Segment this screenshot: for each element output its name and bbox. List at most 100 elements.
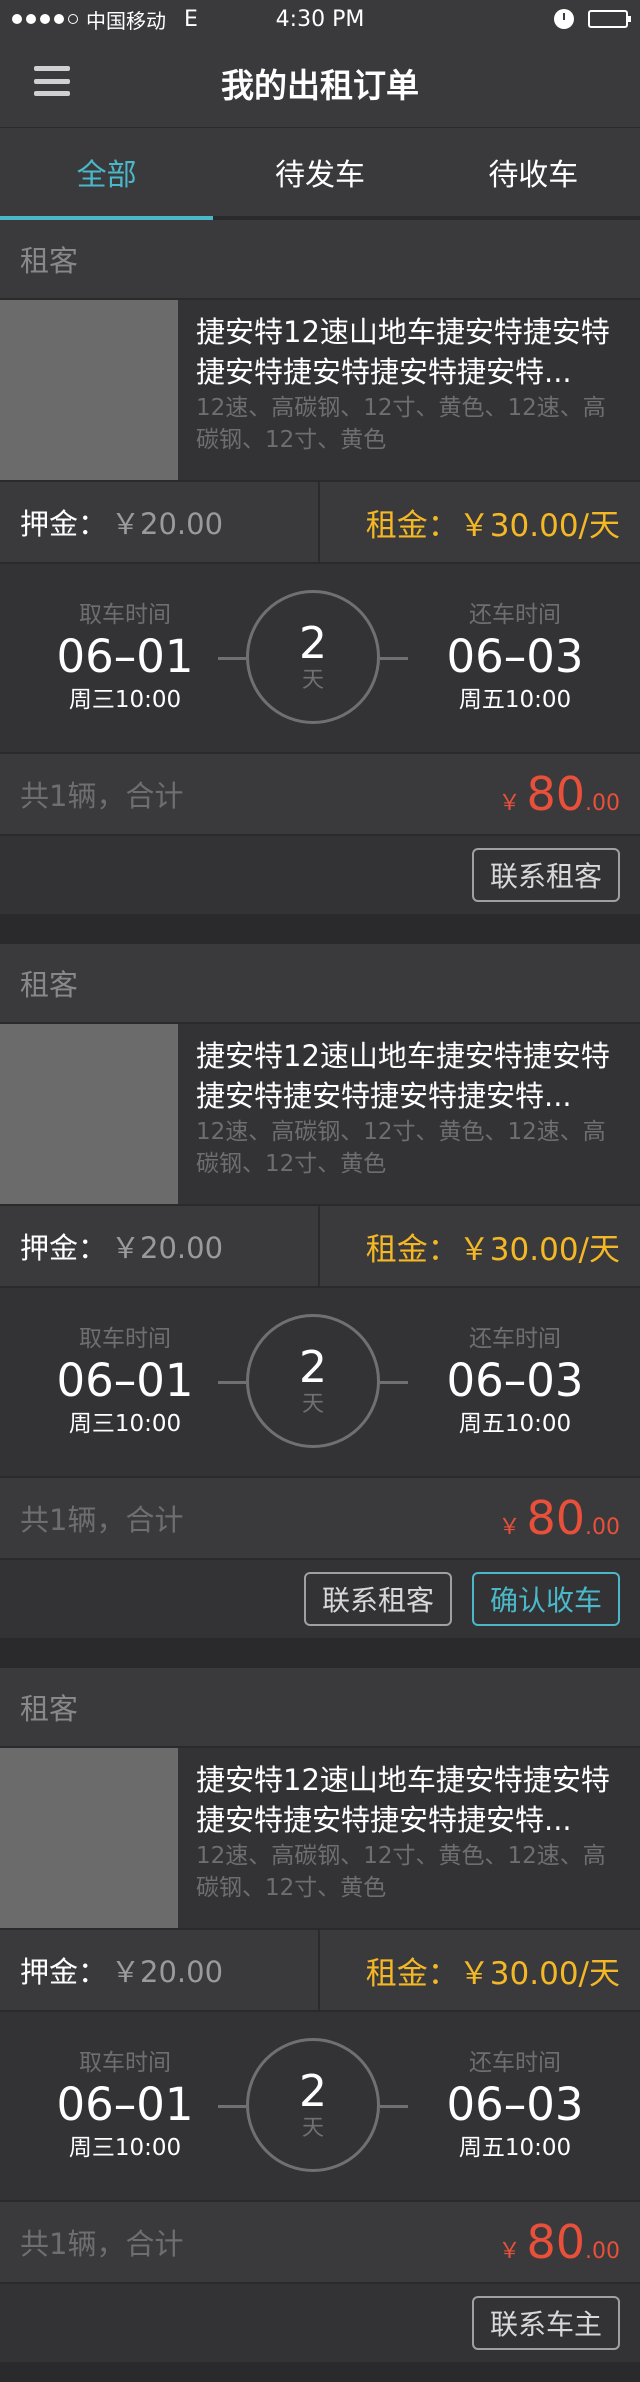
pickup-weekday: 周三10:00: [68, 687, 182, 713]
product-title: 捷安特12速山地车捷安特捷安特捷安特捷安特捷安特捷安特...: [196, 1763, 610, 1837]
duration-unit: 天: [301, 2116, 324, 2141]
tab-all[interactable]: 全部: [0, 128, 214, 220]
rental-time-row: 取车时间 06–01 周三10:00 2 天 还车时间 06–03 周五10:0…: [0, 2012, 640, 2202]
pickup-label: 取车时间: [79, 602, 171, 628]
product-image: [0, 1024, 178, 1204]
confirm-return-button[interactable]: 确认收车: [471, 1572, 620, 1626]
rental-time-row: 取车时间 06–01 周三10:00 2 天 还车时间 06–03 周五10:0…: [0, 564, 640, 754]
return-weekday: 周五10:00: [458, 2135, 572, 2161]
order-card: 租客 捷安特12速山地车捷安特捷安特捷安特捷安特捷安特捷安特... 12速、高碳…: [0, 944, 640, 1638]
pickup-date: 06–01: [56, 1354, 194, 1407]
product-image: [0, 1748, 178, 1928]
currency-symbol: ￥: [498, 1515, 521, 1540]
rent-price: 租金：￥30.00/天: [365, 1955, 620, 1992]
return-weekday: 周五10:00: [458, 1411, 572, 1437]
renter-header: 租客: [0, 220, 640, 300]
return-label: 还车时间: [469, 602, 561, 628]
alarm-clock-icon: [554, 9, 574, 29]
product-image: [0, 300, 178, 480]
return-time: 还车时间 06–03 周五10:00: [390, 1324, 640, 1440]
action-row: 联系车主: [0, 2284, 640, 2362]
renter-label: 租客: [20, 968, 79, 1002]
price-row: 押金： ￥20.00 租金：￥30.00/天: [0, 1930, 640, 2012]
duration-unit: 天: [301, 1392, 324, 1417]
signal-area: 中国移动 E: [12, 5, 198, 34]
signal-dot-empty-icon: [68, 14, 78, 24]
price-row: 押金： ￥20.00 租金：￥30.00/天: [0, 1206, 640, 1288]
price-row: 押金： ￥20.00 租金：￥30.00/天: [0, 482, 640, 564]
product-specs: 12速、高碳钢、12寸、黄色、12速、高碳钢、12寸、黄色: [196, 1119, 606, 1177]
total-label: 共1辆，合计: [20, 2227, 184, 2261]
duration-unit: 天: [301, 668, 324, 693]
deposit-label: 押金：: [20, 507, 108, 541]
total-label: 共1辆，合计: [20, 779, 184, 813]
total-label: 共1辆，合计: [20, 1503, 184, 1537]
deposit-label: 押金：: [20, 1231, 108, 1265]
action-row: 联系租客: [0, 836, 640, 914]
product-specs: 12速、高碳钢、12寸、黄色、12速、高碳钢、12寸、黄色: [196, 1843, 606, 1901]
rental-duration: 2 天: [218, 1314, 408, 1448]
order-card: 租客 捷安特12速山地车捷安特捷安特捷安特捷安特捷安特捷安特... 12速、高碳…: [0, 1668, 640, 2362]
renter-header: 租客: [0, 944, 640, 1024]
deposit: 押金： ￥20.00: [0, 1206, 320, 1286]
return-date: 06–03: [446, 1354, 584, 1407]
pickup-time: 取车时间 06–01 周三10:00: [0, 600, 250, 716]
product-info: 捷安特12速山地车捷安特捷安特捷安特捷安特捷安特捷安特... 12速、高碳钢、1…: [178, 1748, 640, 1928]
return-weekday: 周五10:00: [458, 687, 572, 713]
signal-dot-icon: [12, 14, 22, 24]
amount-decimal: .00: [585, 2239, 620, 2264]
signal-dot-icon: [54, 14, 64, 24]
rental-duration: 2 天: [218, 590, 408, 724]
amount-integer: 80: [526, 1491, 585, 1545]
hamburger-menu-icon[interactable]: [34, 66, 70, 96]
return-time: 还车时间 06–03 周五10:00: [390, 2048, 640, 2164]
nav-bar: 我的出租订单: [0, 38, 640, 128]
product-title: 捷安特12速山地车捷安特捷安特捷安特捷安特捷安特捷安特...: [196, 1039, 610, 1113]
renter-header: 租客: [0, 1668, 640, 1748]
total-row: 共1辆，合计 ￥ 80 .00: [0, 1478, 640, 1560]
renter-label: 租客: [20, 1692, 79, 1726]
pickup-weekday: 周三10:00: [68, 2135, 182, 2161]
currency-symbol: ￥: [498, 2239, 521, 2264]
product-row[interactable]: 捷安特12速山地车捷安特捷安特捷安特捷安特捷安特捷安特... 12速、高碳钢、1…: [0, 1748, 640, 1930]
pickup-label: 取车时间: [79, 2050, 171, 2076]
tab-pending-dispatch[interactable]: 待发车: [213, 128, 426, 216]
rental-time-row: 取车时间 06–01 周三10:00 2 天 还车时间 06–03 周五10:0…: [0, 1288, 640, 1478]
deposit-label: 押金：: [20, 1955, 108, 1989]
contact-button[interactable]: 联系租客: [303, 1572, 452, 1626]
amount-integer: 80: [526, 767, 585, 821]
rental-duration: 2 天: [218, 2038, 408, 2172]
tab-pending-return[interactable]: 待收车: [427, 128, 640, 216]
deposit-value: ￥20.00: [111, 507, 224, 541]
deposit-value: ￥20.00: [111, 1955, 224, 1989]
product-info: 捷安特12速山地车捷安特捷安特捷安特捷安特捷安特捷安特... 12速、高碳钢、1…: [178, 1024, 640, 1204]
tab-bar: 全部 待发车 待收车: [0, 128, 640, 220]
product-row[interactable]: 捷安特12速山地车捷安特捷安特捷安特捷安特捷安特捷安特... 12速、高碳钢、1…: [0, 300, 640, 482]
rent-price: 租金：￥30.00/天: [365, 507, 620, 544]
total-amount: ￥ 80 .00: [498, 2217, 620, 2267]
duration-days: 2: [299, 618, 327, 669]
card-separator: [0, 1638, 640, 1668]
order-list: 租客 捷安特12速山地车捷安特捷安特捷安特捷安特捷安特捷安特... 12速、高碳…: [0, 220, 640, 2362]
network-type: E: [184, 6, 198, 32]
pickup-date: 06–01: [56, 2078, 194, 2131]
status-icons: [554, 9, 631, 29]
total-amount: ￥ 80 .00: [498, 1493, 620, 1543]
amount-integer: 80: [526, 2215, 585, 2269]
pickup-label: 取车时间: [79, 1326, 171, 1352]
product-row[interactable]: 捷安特12速山地车捷安特捷安特捷安特捷安特捷安特捷安特... 12速、高碳钢、1…: [0, 1024, 640, 1206]
contact-button[interactable]: 联系车主: [471, 2296, 620, 2350]
deposit: 押金： ￥20.00: [0, 1930, 320, 2010]
total-row: 共1辆，合计 ￥ 80 .00: [0, 754, 640, 836]
duration-days: 2: [299, 2066, 327, 2117]
battery-icon: [588, 10, 631, 28]
amount-decimal: .00: [585, 791, 620, 816]
order-card: 租客 捷安特12速山地车捷安特捷安特捷安特捷安特捷安特捷安特... 12速、高碳…: [0, 220, 640, 914]
pickup-weekday: 周三10:00: [68, 1411, 182, 1437]
renter-label: 租客: [20, 244, 79, 278]
contact-button[interactable]: 联系租客: [471, 848, 620, 902]
card-separator: [0, 914, 640, 944]
return-date: 06–03: [446, 2078, 584, 2131]
return-date: 06–03: [446, 630, 584, 683]
total-row: 共1辆，合计 ￥ 80 .00: [0, 2202, 640, 2284]
